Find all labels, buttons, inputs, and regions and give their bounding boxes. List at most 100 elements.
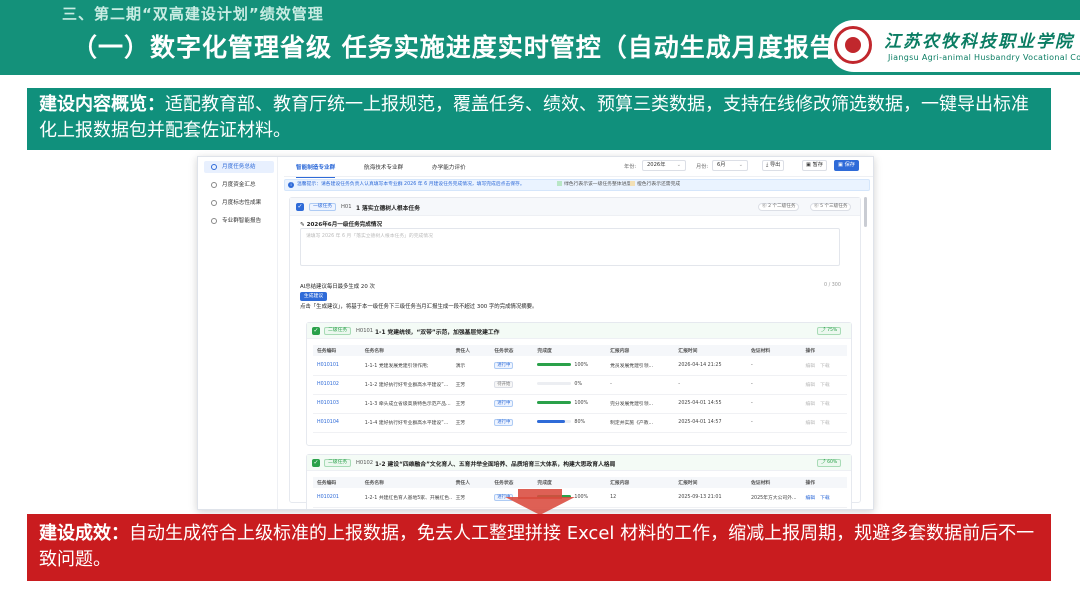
level2-task-header[interactable]: ✓ 二级任务 H0102 1-2 建设“四维融合”文化育人、五育并举全面培养、品… <box>307 455 851 471</box>
level3-count-badge: ⓪ 5 个三级任务 <box>810 203 852 211</box>
save-draft-label: 暂存 <box>812 162 823 168</box>
sidebar-item-group-report[interactable]: 专业群智能报告 <box>204 215 274 227</box>
task-code-link[interactable]: H010103 <box>313 394 361 414</box>
sidebar-item-monthly-task[interactable]: 月度任务总结 <box>204 161 274 173</box>
row-actions: 编辑 下载 <box>801 375 847 395</box>
level2-task-card: ✓ 二级任务 H0101 1-1 党建统领，“双带”示范，加强基层党建工作 ⤴ … <box>306 322 852 446</box>
construction-result: 建设成效：自动生成符合上级标准的上报数据，免去人工整理拼接 Excel 材料的工… <box>27 514 1051 581</box>
tab-capability-eval[interactable]: 办学能力评价 <box>432 163 466 171</box>
task-progress: 0% <box>533 375 607 395</box>
progress-text: 100% <box>574 401 589 406</box>
sidebar-item-label: 专业群智能报告 <box>222 218 262 224</box>
ai-limit-text: AI总结建议每日最多生成 20 次 <box>300 284 375 290</box>
tab-smart-manufacturing[interactable]: 智能制造专业群 <box>296 163 336 178</box>
table-row[interactable]: H010201 1-2-1 共建红色育人基地5家、开展红色... 王芳 进行中 100%… <box>313 488 847 508</box>
progress-bar <box>537 362 572 366</box>
evidence-material: - <box>746 394 802 414</box>
column-header: 汇报内容 <box>606 477 675 488</box>
settings-icon <box>211 182 217 188</box>
level2-count-badge: ⓪ 2 个二级任务 <box>758 203 800 211</box>
generate-suggestion-button[interactable]: 生成建议 <box>300 292 328 301</box>
collapse-toggle-icon[interactable]: ✓ <box>312 459 320 467</box>
completion-textarea[interactable]: 请填写 2026 年 6 月「落实立德树人根本任务」的完成情况 <box>300 228 840 266</box>
task-code-link[interactable]: H010104 <box>313 413 361 433</box>
result-text: 自动生成符合上级标准的上报数据，免去人工整理拼接 Excel 材料的工作，缩减上… <box>39 523 1035 570</box>
sidebar-item-label: 月度标志性成果 <box>222 200 262 206</box>
save-button[interactable]: ▣ 保存 <box>834 160 859 171</box>
task-status: 进行中 <box>490 413 534 433</box>
level1-tag: 一级任务 <box>309 203 337 211</box>
download-button[interactable]: 下载 <box>820 364 830 369</box>
edit-button[interactable]: 编辑 <box>806 421 816 426</box>
edit-button[interactable]: 编辑 <box>806 496 816 501</box>
column-header: 完成度 <box>533 477 607 488</box>
column-header: 操作 <box>801 345 847 356</box>
download-button[interactable]: 下载 <box>820 383 830 388</box>
task-progress: 100% <box>533 356 607 376</box>
table-row[interactable]: H010101 1-1-1 党建发展党建引领作用; 演示 进行中 100% 党员发展党建引… <box>313 356 847 376</box>
progress-text: 0% <box>574 382 583 387</box>
month-select[interactable]: 6月 ⌄ <box>712 160 748 171</box>
level1-section-title: ✎ 2026年6月一级任务完成情况 <box>300 220 382 228</box>
slide-subtitle: 三、第二期“双高建设计划”绩效管理 <box>62 5 324 23</box>
progress-text: 80% <box>574 420 586 425</box>
task-progress: 80% <box>533 413 607 433</box>
sidebar-item-monthly-funds[interactable]: 月度资金汇总 <box>204 179 274 191</box>
column-header: 汇报时间 <box>674 345 747 356</box>
column-header: 任务编码 <box>313 477 361 488</box>
column-header: 佐证材料 <box>746 477 802 488</box>
progress-text: 100% <box>574 362 589 368</box>
level2-task-header[interactable]: ✓ 二级任务 H0101 1-1 党建统领，“双带”示范，加强基层党建工作 ⤴ … <box>307 323 851 339</box>
column-header: 责任人 <box>451 345 491 356</box>
task-table: 任务编码 任务名称 责任人 任务状态 完成度 汇报内容 汇报时间 佐证材料 操作 H010101 1… <box>313 345 847 433</box>
task-code-link[interactable]: H010101 <box>313 356 361 376</box>
column-header: 任务名称 <box>360 345 452 356</box>
column-header: 完成度 <box>533 345 607 356</box>
level1-task-card: ✓ 一级任务 H01 1 落实立德树人根本任务 ⓪ 2 个二级任务 ⓪ 5 个三… <box>289 197 861 509</box>
edit-button[interactable]: 编辑 <box>806 383 816 388</box>
level1-code: H01 <box>341 204 352 210</box>
evidence-material: - <box>746 356 802 376</box>
level2-tag: 二级任务 <box>324 459 352 467</box>
task-name: 1-1-2 建好执行好专业群高水平建设“... <box>360 375 452 395</box>
task-code-link[interactable]: H010201 <box>313 488 361 508</box>
status-badge: 进行中 <box>494 400 514 407</box>
download-button[interactable]: 下载 <box>820 496 830 501</box>
level2-code: H0101 <box>356 328 374 334</box>
status-badge: 待开始 <box>494 381 514 388</box>
row-actions: 编辑 下载 <box>801 413 847 433</box>
tab-navigation-tech[interactable]: 航海技术专业群 <box>364 163 403 171</box>
task-owner: 王芳 <box>451 413 491 433</box>
download-button[interactable]: 下载 <box>820 421 830 426</box>
college-name-en: Jiangsu Agri-animal Husbandry Vocational… <box>888 53 1080 62</box>
edit-button[interactable]: 编辑 <box>806 364 816 369</box>
sidebar-item-label: 月度任务总结 <box>222 164 256 170</box>
collapse-toggle-icon[interactable]: ✓ <box>296 203 304 211</box>
overview-text: 适配教育部、教育厅统一上报规范，覆盖任务、绩效、预算三类数据，支持在线修改筛选数… <box>39 94 1029 141</box>
notice-text: 温馨提示：请各建设任务负责人认真填写本专业群 2026 年 6 月建设任务完成情… <box>297 182 525 187</box>
table-row[interactable]: H010104 1-1-4 建好执行好专业群高水平建设“... 王芳 进行中 80% 制定… <box>313 413 847 433</box>
sidebar: 月度任务总结 月度资金汇总 月度标志性成果 专业群智能报告 <box>198 157 278 509</box>
month-value: 6月 <box>717 162 726 168</box>
table-row[interactable]: H010102 1-1-2 建好执行好专业群高水平建设“... 王芳 待开始 0% - - -… <box>313 375 847 395</box>
table-row[interactable]: H010103 1-1-3 牵头成立省级高质特色示范产品... 王芳 进行中 100% 完… <box>313 394 847 414</box>
task-code-link[interactable]: H010102 <box>313 375 361 395</box>
report-content: 制定并实施《产教... <box>606 413 675 433</box>
result-label: 建设成效： <box>39 523 129 544</box>
task-owner: 王芳 <box>451 375 491 395</box>
download-button[interactable]: 下载 <box>820 402 830 407</box>
scrollbar[interactable] <box>864 197 867 227</box>
sidebar-item-label: 月度资金汇总 <box>222 182 256 188</box>
sidebar-item-monthly-results[interactable]: 月度标志性成果 <box>204 197 274 209</box>
task-table: 任务编码 任务名称 责任人 任务状态 完成度 汇报内容 汇报时间 佐证材料 操作 H010201 1… <box>313 477 847 508</box>
collapse-toggle-icon[interactable]: ✓ <box>312 327 320 335</box>
task-status: 进行中 <box>490 356 534 376</box>
info-icon: i <box>288 182 294 188</box>
export-button[interactable]: ⤓ 导出 <box>762 160 785 171</box>
save-draft-button[interactable]: ▣ 暂存 <box>802 160 827 171</box>
year-select[interactable]: 2026年 ⌄ <box>642 160 686 171</box>
edit-button[interactable]: 编辑 <box>806 402 816 407</box>
column-header: 佐证材料 <box>746 345 802 356</box>
report-time: 2026-04-14 21:25 <box>674 356 747 376</box>
level1-task-header[interactable]: ✓ 一级任务 H01 1 落实立德树人根本任务 ⓪ 2 个二级任务 ⓪ 5 个三… <box>290 198 860 216</box>
